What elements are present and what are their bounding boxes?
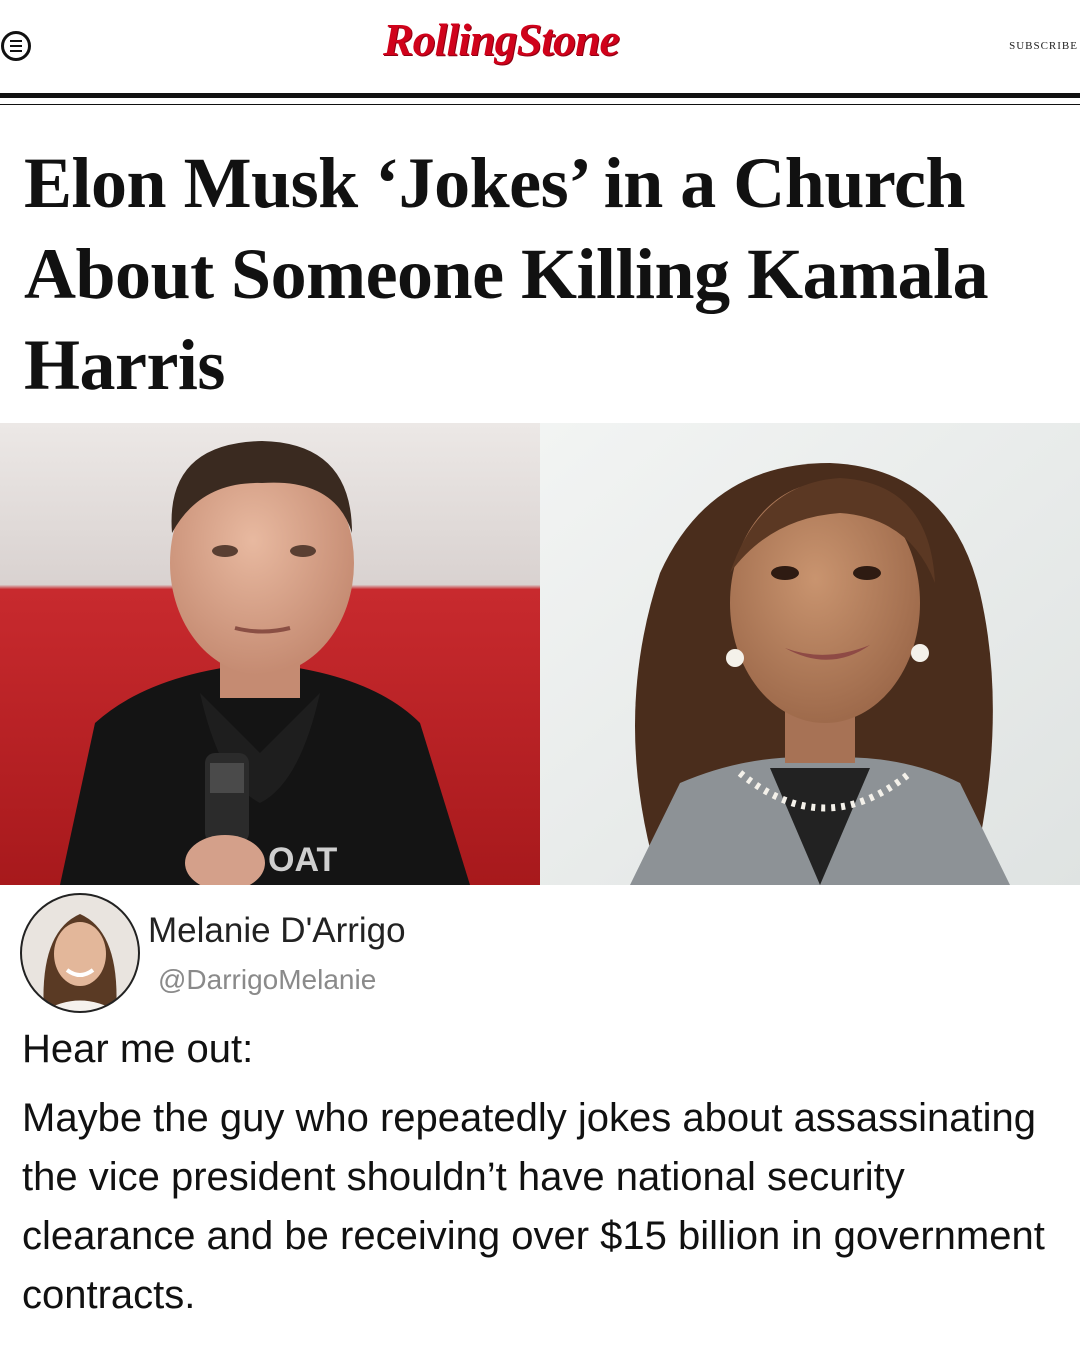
article-headline[interactable]: Elon Musk ‘Jokes’ in a Church About Some… xyxy=(24,138,1064,411)
photo-elon-musk: OAT xyxy=(0,423,540,885)
photo-kamala-harris xyxy=(540,423,1080,885)
author-handle[interactable]: @DarrigoMelanie xyxy=(158,964,376,996)
menu-icon[interactable] xyxy=(1,31,31,61)
article-photos: OAT xyxy=(0,423,1080,885)
shirt-lettering: OAT xyxy=(268,841,337,879)
header-divider-thick xyxy=(0,93,1080,98)
rolling-stone-logo[interactable]: RollingStone xyxy=(383,10,620,70)
site-header: RollingStone SUBSCRIBE xyxy=(0,0,1080,92)
tweet-body-text: Maybe the guy who repeatedly jokes about… xyxy=(22,1096,1045,1317)
avatar[interactable] xyxy=(19,892,141,1014)
subscribe-link[interactable]: SUBSCRIBE xyxy=(1009,40,1078,52)
header-divider-thin xyxy=(0,104,1080,105)
tweet-lead-text: Hear me out: xyxy=(22,1027,254,1071)
author-name[interactable]: Melanie D'Arrigo xyxy=(148,911,406,951)
